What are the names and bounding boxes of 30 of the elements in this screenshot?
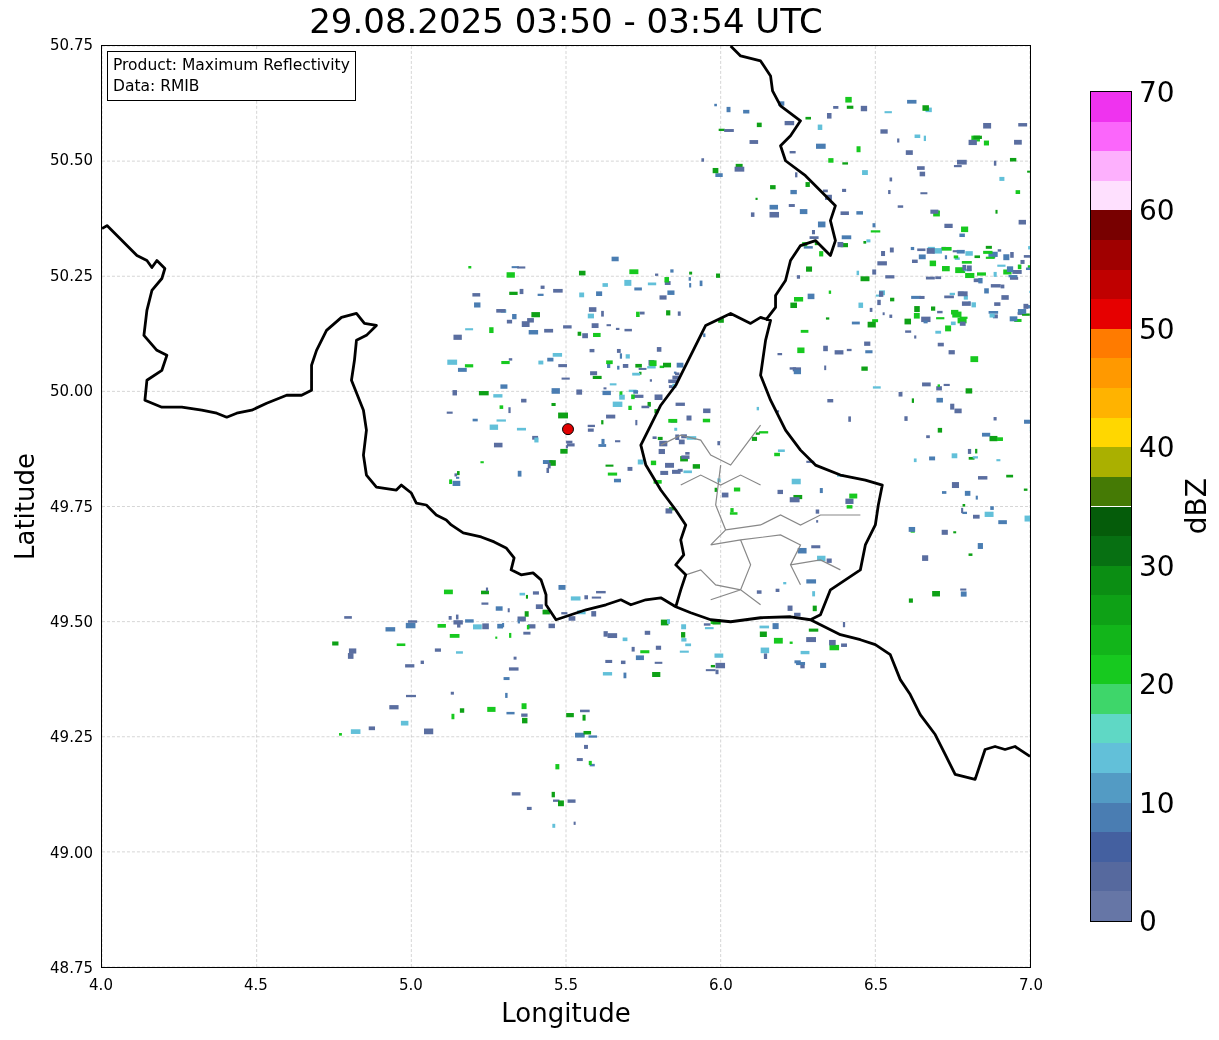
colorbar-tick-label: 70 bbox=[1139, 75, 1175, 109]
y-tick-label: 49.00 bbox=[50, 843, 93, 862]
colorbar-tick-label: 50 bbox=[1139, 312, 1175, 346]
legend-text: Data: RMIB bbox=[113, 76, 201, 97]
colorbar-tick-label: 0 bbox=[1139, 904, 1157, 938]
colorbar-tick-label: 20 bbox=[1139, 667, 1175, 701]
x-tick-label: 4.0 bbox=[89, 976, 113, 994]
x-tick-label: 6.5 bbox=[864, 976, 888, 994]
colorbar-tick-label: 10 bbox=[1139, 786, 1175, 820]
x-axis-label: Longitude bbox=[501, 998, 631, 1028]
y-tick-label: 50.25 bbox=[50, 266, 93, 285]
y-tick-label: 49.50 bbox=[50, 612, 93, 631]
x-tick-label: 4.5 bbox=[244, 976, 268, 994]
legend-text: Product: Maximum Reflectivity bbox=[113, 55, 350, 76]
y-tick-label: 49.25 bbox=[50, 728, 93, 747]
y-tick-label: 50.50 bbox=[50, 151, 93, 170]
y-tick-label: 50.75 bbox=[50, 36, 93, 54]
colorbar-tick-label: 60 bbox=[1139, 193, 1175, 227]
y-tick-label: 48.75 bbox=[50, 959, 93, 977]
x-tick-label: 7.0 bbox=[1019, 976, 1043, 994]
x-tick-label: 6.0 bbox=[709, 976, 733, 994]
colorbar-label: dBZ bbox=[1180, 478, 1213, 535]
x-tick-label: 5.5 bbox=[554, 976, 578, 994]
colorbar-tick-label: 40 bbox=[1139, 430, 1175, 464]
colorbar-tick-label: 30 bbox=[1139, 549, 1175, 583]
y-tick-label: 50.00 bbox=[50, 382, 93, 401]
x-tick-label: 5.0 bbox=[399, 976, 423, 994]
chart-title: 29.08.2025 03:50 - 03:54 UTC bbox=[308, 0, 824, 43]
y-axis-label: Latitude bbox=[10, 453, 40, 560]
y-tick-label: 49.75 bbox=[50, 497, 93, 516]
